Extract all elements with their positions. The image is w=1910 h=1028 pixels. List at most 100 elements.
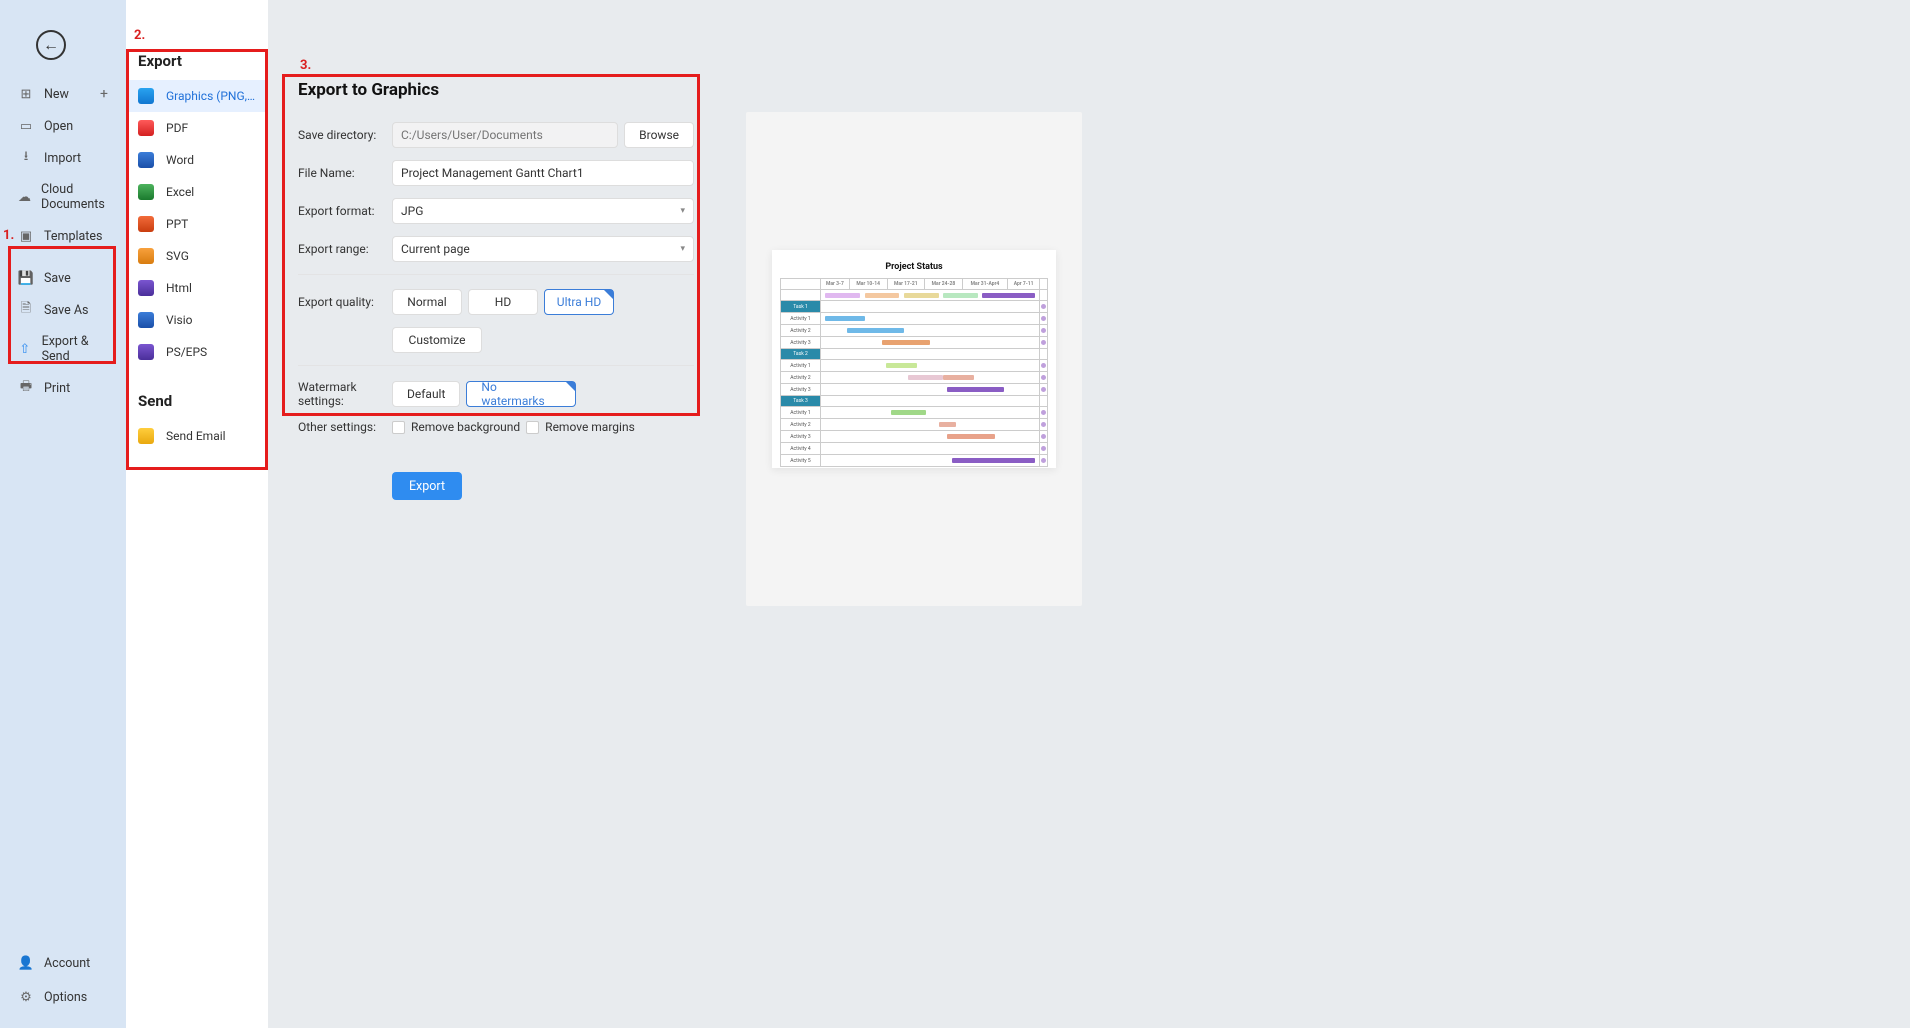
plus-icon[interactable]: +	[100, 86, 108, 102]
format-label: Export format:	[298, 204, 392, 218]
range-select[interactable]: Current page	[392, 236, 694, 262]
export-form: Export to Graphics Save directory: Brows…	[298, 80, 694, 500]
range-label: Export range:	[298, 242, 392, 256]
pdf-icon	[138, 120, 154, 136]
back-button[interactable]: ←	[36, 30, 66, 60]
sidebar-item-label: Import	[44, 151, 81, 166]
gantt-row: Activity 3	[781, 431, 821, 443]
excel-icon	[138, 184, 154, 200]
divider	[298, 365, 694, 366]
save-dir-input[interactable]	[392, 122, 618, 148]
quality-normal-button[interactable]: Normal	[392, 289, 462, 315]
export-item-label: PS/EPS	[166, 345, 207, 359]
callout-1: 1.	[3, 228, 14, 243]
format-value: JPG	[401, 204, 423, 218]
sidebar-item-saveas[interactable]: 🗎 Save As	[0, 294, 126, 326]
export-button[interactable]: Export	[392, 472, 462, 500]
sidebar-item-label: Print	[44, 381, 70, 396]
sidebar-item-label: Account	[44, 956, 90, 971]
gantt-chart: Mar 3-7 Mar 10-14 Mar 17-21 Mar 24-28 Ma…	[780, 278, 1048, 467]
cloud-icon: ☁	[18, 189, 31, 205]
watermark-default-button[interactable]: Default	[392, 381, 460, 407]
export-item-label: Graphics (PNG, JPG e...	[166, 89, 256, 103]
remove-bg-checkbox[interactable]: Remove background	[392, 420, 520, 434]
remove-margins-checkbox[interactable]: Remove margins	[526, 420, 635, 434]
send-heading: Send	[126, 368, 268, 420]
export-item-label: Send Email	[166, 429, 226, 443]
export-item-sendemail[interactable]: Send Email	[126, 420, 268, 452]
sidebar-item-label: Save	[44, 271, 71, 286]
export-item-ppt[interactable]: PPT	[126, 208, 268, 240]
quality-hd-button[interactable]: HD	[468, 289, 538, 315]
export-item-label: Html	[166, 281, 192, 295]
sidebar-item-open[interactable]: ▭ Open	[0, 110, 126, 142]
gantt-task: Task 3	[781, 396, 821, 407]
preview-pane: Project Status Mar 3-7 Mar 10-14 Mar 17-…	[746, 112, 1082, 606]
import-icon: ⭳	[18, 150, 34, 166]
sidebar-item-templates[interactable]: ▣ Templates	[0, 220, 126, 252]
browse-button[interactable]: Browse	[624, 122, 694, 148]
account-icon: 👤	[18, 955, 34, 971]
gantt-header: Apr 7-11	[1008, 279, 1040, 290]
export-item-label: Visio	[166, 313, 193, 327]
format-select[interactable]: JPG	[392, 198, 694, 224]
folder-icon: ▭	[18, 118, 34, 134]
sidebar-item-print[interactable]: 🖶 Print	[0, 372, 126, 404]
export-item-word[interactable]: Word	[126, 144, 268, 176]
divider	[298, 274, 694, 275]
export-item-graphics[interactable]: Graphics (PNG, JPG e...	[126, 80, 268, 112]
watermark-label: Watermark settings:	[298, 380, 392, 408]
templates-icon: ▣	[18, 228, 34, 244]
sidebar-item-save[interactable]: 💾 Save	[0, 262, 126, 294]
main-content: Export to Graphics Save directory: Brows…	[268, 0, 1910, 1028]
export-item-svg[interactable]: SVG	[126, 240, 268, 272]
svg-icon	[138, 248, 154, 264]
plus-box-icon: ⊞	[18, 86, 34, 102]
email-icon	[138, 428, 154, 444]
export-item-excel[interactable]: Excel	[126, 176, 268, 208]
gantt-row: Activity 4	[781, 443, 821, 455]
other-label: Other settings:	[298, 420, 392, 434]
sidebar-item-label: Cloud Documents	[41, 182, 108, 212]
quality-ultrahd-button[interactable]: Ultra HD	[544, 289, 614, 315]
export-item-html[interactable]: Html	[126, 272, 268, 304]
sidebar-item-export[interactable]: ⇧ Export & Send	[0, 326, 126, 372]
callout-3: 3.	[300, 58, 311, 73]
print-icon: 🖶	[18, 380, 34, 396]
sidebar-item-label: Export & Send	[42, 334, 108, 364]
checkbox-icon	[526, 421, 539, 434]
watermark-none-button[interactable]: No watermarks	[466, 381, 576, 407]
sidebar-item-account[interactable]: 👤 Account	[0, 946, 126, 980]
gantt-header: Mar 3-7	[821, 279, 850, 290]
callout-2: 2.	[134, 28, 145, 43]
gantt-row: Activity 1	[781, 313, 821, 325]
quality-label: Export quality:	[298, 295, 392, 309]
checkbox-icon	[392, 421, 405, 434]
export-item-label: PPT	[166, 217, 188, 231]
gantt-task: Task 1	[781, 301, 821, 313]
gantt-header: Mar 17-21	[887, 279, 925, 290]
range-value: Current page	[401, 242, 470, 256]
sidebar-item-options[interactable]: ⚙ Options	[0, 980, 126, 1014]
sidebar-item-cloud[interactable]: ☁ Cloud Documents	[0, 174, 126, 220]
filename-input[interactable]	[392, 160, 694, 186]
export-icon: ⇧	[18, 341, 32, 357]
gantt-header: Mar 10-14	[849, 279, 887, 290]
export-item-label: Word	[166, 153, 194, 167]
export-item-pdf[interactable]: PDF	[126, 112, 268, 144]
export-item-visio[interactable]: Visio	[126, 304, 268, 336]
export-panel: Export Graphics (PNG, JPG e... PDF Word …	[126, 0, 268, 1028]
gantt-row: Activity 1	[781, 407, 821, 419]
visio-icon	[138, 312, 154, 328]
export-item-label: PDF	[166, 121, 188, 135]
word-icon	[138, 152, 154, 168]
export-item-pseps[interactable]: PS/EPS	[126, 336, 268, 368]
export-item-label: SVG	[166, 249, 189, 263]
export-heading: Export	[126, 52, 268, 80]
preview-title: Project Status	[780, 262, 1048, 272]
checkbox-label: Remove margins	[545, 420, 635, 434]
customize-button[interactable]: Customize	[392, 327, 482, 353]
sidebar-item-import[interactable]: ⭳ Import	[0, 142, 126, 174]
sidebar-item-new[interactable]: ⊞ New +	[0, 78, 126, 110]
gantt-header: Mar 24-28	[925, 279, 963, 290]
